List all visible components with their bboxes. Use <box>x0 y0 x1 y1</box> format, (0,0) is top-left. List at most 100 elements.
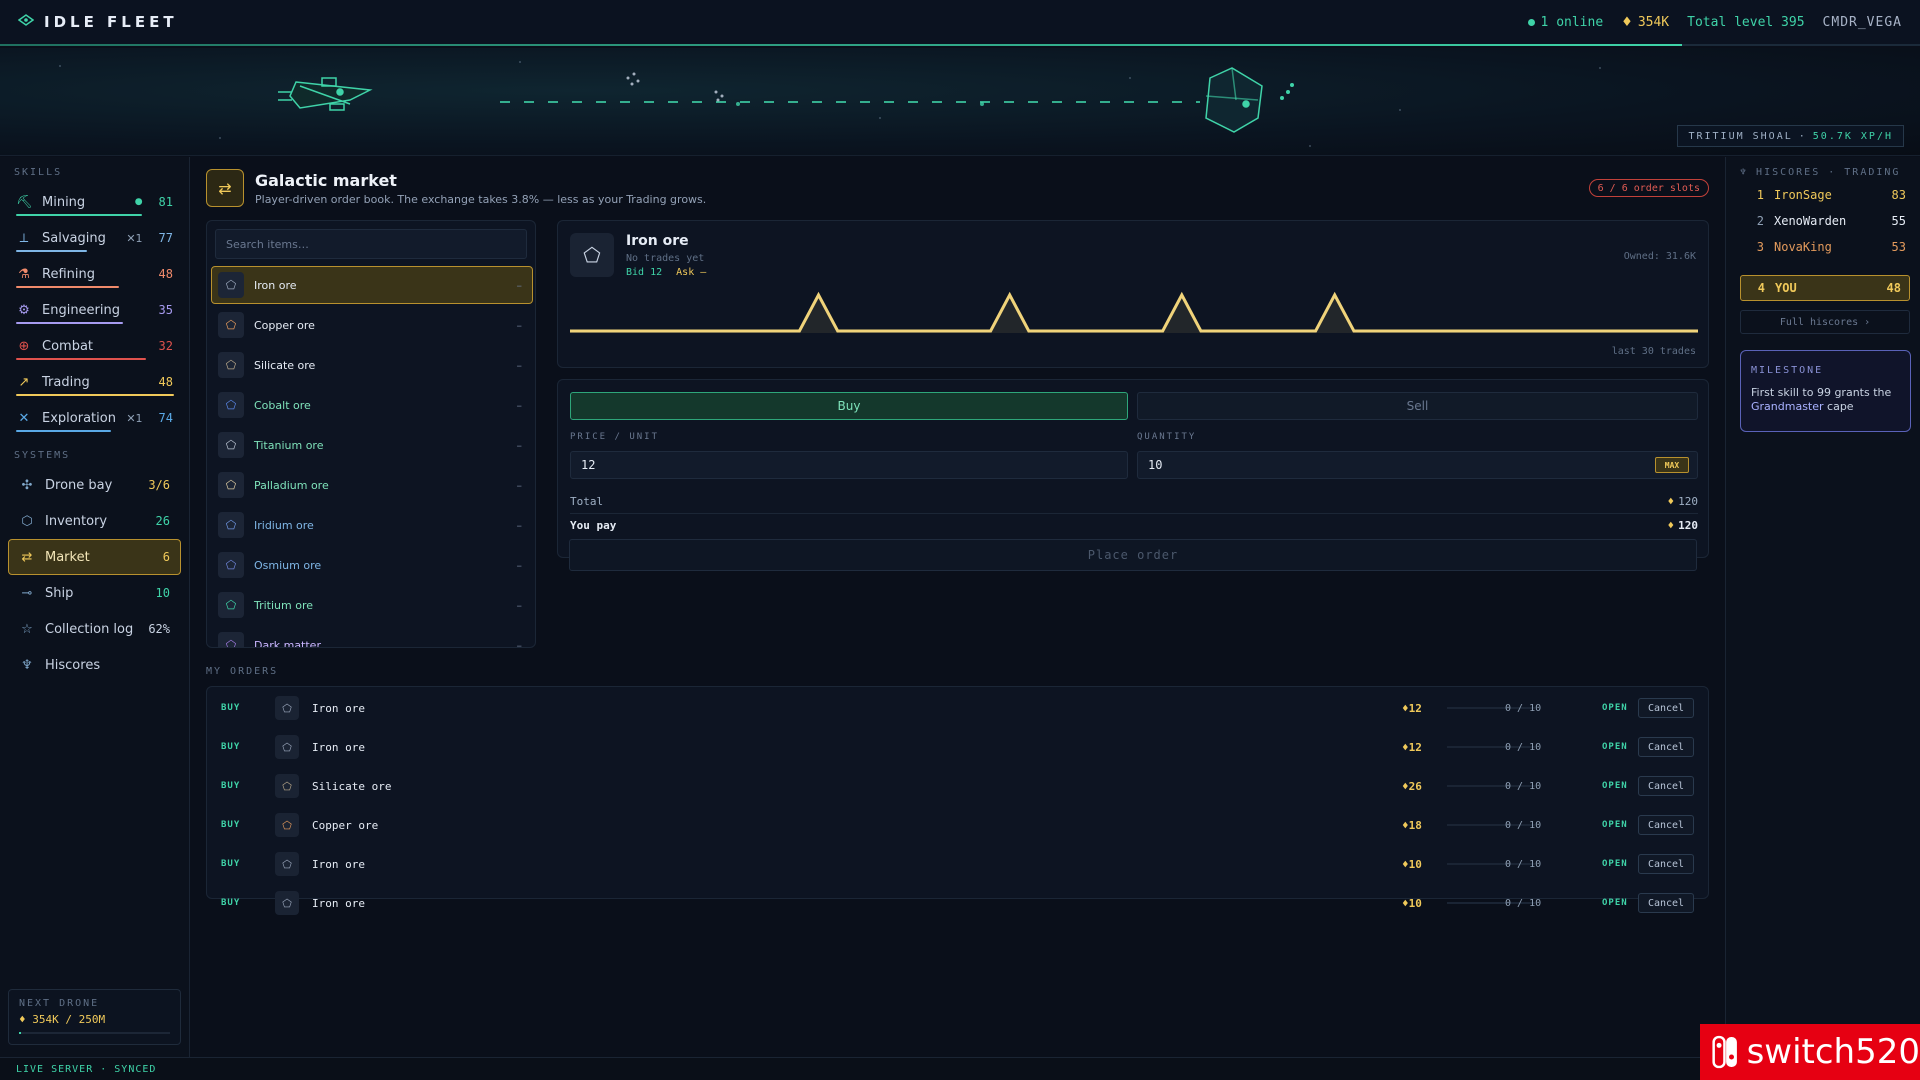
place-order-button[interactable]: Place order <box>569 539 1697 571</box>
next-drone-panel: NEXT DRONE ♦ 354K / 250M <box>8 989 181 1045</box>
chart-icon: ↗ <box>18 374 30 390</box>
sidebar-item-market[interactable]: ⇄ Market 6 <box>8 539 181 575</box>
crosshair-icon: ⊕ <box>18 338 30 354</box>
order-price: ♦26 <box>1402 779 1422 793</box>
ore-icon: ⬠ <box>275 696 299 720</box>
exchange-icon: ⇄ <box>21 549 33 565</box>
gem-icon: ♦ <box>1402 818 1409 832</box>
exchange-icon: ⇄ <box>206 169 244 207</box>
milestone-text-main: First skill to 99 grants the <box>1751 386 1892 399</box>
item-row[interactable]: ⬠ Silicate ore – <box>211 346 533 384</box>
sidebar-skill-trading[interactable]: ↗ Trading 48 <box>8 364 181 400</box>
skill-name: Combat <box>42 338 94 354</box>
skill-name: Refining <box>42 266 95 282</box>
cancel-order-button[interactable]: Cancel <box>1638 854 1694 874</box>
sell-tab-button[interactable]: Sell <box>1137 392 1698 420</box>
sidebar-skill-engineering[interactable]: ⚙ Engineering 35 <box>8 292 181 328</box>
item-row[interactable]: ⬠ Iridium ore – <box>211 506 533 544</box>
skill-name: Salvaging <box>42 230 106 246</box>
skill-progress-bar <box>16 250 87 252</box>
trophy-icon: ♆ <box>21 657 33 673</box>
item-row[interactable]: ⬠ Dark matter – <box>211 626 533 647</box>
cancel-order-button[interactable]: Cancel <box>1638 776 1694 796</box>
ore-icon: ⬠ <box>275 891 299 915</box>
item-row[interactable]: ⬠ Palladium ore – <box>211 466 533 504</box>
sidebar-item-collection-log[interactable]: ☆ Collection log 62% <box>8 611 181 647</box>
order-filled-qty: 0 / 10 <box>1505 702 1542 714</box>
sidebar-skill-combat[interactable]: ⊕ Combat 32 <box>8 328 181 364</box>
gem-icon: ♦ <box>1402 740 1409 754</box>
item-name: Osmium ore <box>254 558 322 572</box>
zone-badge: TRITIUM SHOAL · 50.7K XP/H <box>1677 125 1904 147</box>
sidebar-item-ship[interactable]: ⊸ Ship 10 <box>8 575 181 611</box>
skill-name: Engineering <box>42 302 120 318</box>
order-status: OPEN <box>1602 820 1628 830</box>
pay-label: You pay <box>570 518 617 532</box>
my-orders-table: BUY ⬠ Iron ore ♦12 0 / 10 OPEN Cancel BUY ⬠ Iron … <box>206 686 1710 915</box>
max-quantity-button[interactable]: MAX <box>1655 457 1689 473</box>
order-filled-qty: 0 / 10 <box>1505 819 1542 831</box>
hiscores-level: 53 <box>1891 240 1906 254</box>
active-dot-icon: ● <box>134 197 143 207</box>
hiscores-row[interactable]: 3 NovaKing 53 <box>1740 235 1906 259</box>
item-detail-panel: ⬠ Iron ore No trades yet Bid 12 Ask – Ow… <box>557 220 1709 368</box>
activity-banner: TRITIUM SHOAL · 50.7K XP/H <box>0 48 1920 156</box>
sidebar-skill-salvaging[interactable]: ⟂ Salvaging ✕1 77 <box>8 220 181 256</box>
item-row[interactable]: ⬠ Iron ore – <box>211 266 533 304</box>
item-search-input[interactable] <box>215 229 527 259</box>
sidebar-item-hiscores[interactable]: ♆ Hiscores <box>8 647 181 683</box>
order-item-name: Iron ore <box>312 740 365 754</box>
skill-level: 32 <box>158 339 173 353</box>
item-row[interactable]: ⬠ Cobalt ore – <box>211 386 533 424</box>
item-price: – <box>516 278 523 292</box>
total-row: Total ♦ 120 <box>570 489 1698 513</box>
sidebar-skill-exploration[interactable]: ✕ Exploration ✕1 74 <box>8 400 181 436</box>
next-drone-title: NEXT DRONE <box>19 998 100 1009</box>
hiscores-you-level: 48 <box>1886 281 1901 295</box>
skill-level: 74 <box>158 411 173 425</box>
cancel-order-button[interactable]: Cancel <box>1638 737 1694 757</box>
quantity-input[interactable] <box>1137 451 1698 479</box>
app-logo[interactable]: IDLE FLEET <box>17 13 178 31</box>
buy-tab-button[interactable]: Buy <box>570 392 1128 420</box>
switch-logo-icon <box>1712 1035 1737 1069</box>
ore-icon: ⬠ <box>218 312 244 338</box>
hiscores-row[interactable]: 1 IronSage 83 <box>1740 183 1906 207</box>
pickaxe-icon: ⛏ <box>16 194 33 210</box>
order-side: BUY <box>221 898 241 908</box>
price-input[interactable] <box>570 451 1128 479</box>
detail-trade-status: No trades yet <box>626 253 705 264</box>
next-drone-progress-track <box>19 1032 170 1034</box>
ore-icon: ⬠ <box>570 233 614 277</box>
order-filled-qty: 0 / 10 <box>1505 897 1542 909</box>
order-row: BUY ⬠ Iron ore ♦10 0 / 10 OPEN Cancel <box>207 888 1710 918</box>
cancel-order-button[interactable]: Cancel <box>1638 698 1694 718</box>
item-row[interactable]: ⬠ Osmium ore – <box>211 546 533 584</box>
gem-icon: ♦ <box>1402 701 1409 715</box>
hiscores-row[interactable]: 2 XenoWarden 55 <box>1740 209 1906 233</box>
username[interactable]: CMDR_VEGA <box>1823 15 1902 30</box>
gem-icon: ♦ <box>1402 779 1409 793</box>
star-icon: ☆ <box>21 621 33 637</box>
order-item-name: Silicate ore <box>312 779 392 793</box>
item-row[interactable]: ⬠ Copper ore – <box>211 306 533 344</box>
order-row: BUY ⬠ Copper ore ♦18 0 / 10 OPEN Cancel <box>207 810 1710 840</box>
cancel-order-button[interactable]: Cancel <box>1638 893 1694 913</box>
zone-name: TRITIUM SHOAL <box>1688 130 1793 142</box>
full-hiscores-button[interactable]: Full hiscores › <box>1740 310 1910 334</box>
item-row[interactable]: ⬠ Titanium ore – <box>211 426 533 464</box>
cancel-order-button[interactable]: Cancel <box>1638 815 1694 835</box>
total-value: 120 <box>1678 494 1698 508</box>
sidebar-item-drone-bay[interactable]: ✣ Drone bay 3/6 <box>8 467 181 503</box>
item-list: ⬠ Iron ore – ⬠ Copper ore – ⬠ Silicate ore – ⬠ Cob… <box>211 266 533 647</box>
sidebar-skill-refining[interactable]: ⚗ Refining 48 <box>8 256 181 292</box>
credits-display: ♦ 354K <box>1621 15 1669 30</box>
sidebar-item-inventory[interactable]: ⬡ Inventory 26 <box>8 503 181 539</box>
detail-ask: Ask – <box>676 267 707 278</box>
sidebar-skill-mining[interactable]: ⛏ Mining ● 81 <box>8 184 181 220</box>
item-row[interactable]: ⬠ Tritium ore – <box>211 586 533 624</box>
next-drone-value: ♦ 354K / 250M <box>19 1013 170 1026</box>
hiscores-title-text: HISCORES · TRADING <box>1756 167 1901 178</box>
page-subtitle: Player-driven order book. The exchange t… <box>255 193 707 206</box>
online-indicator: 1 online <box>1527 15 1603 30</box>
